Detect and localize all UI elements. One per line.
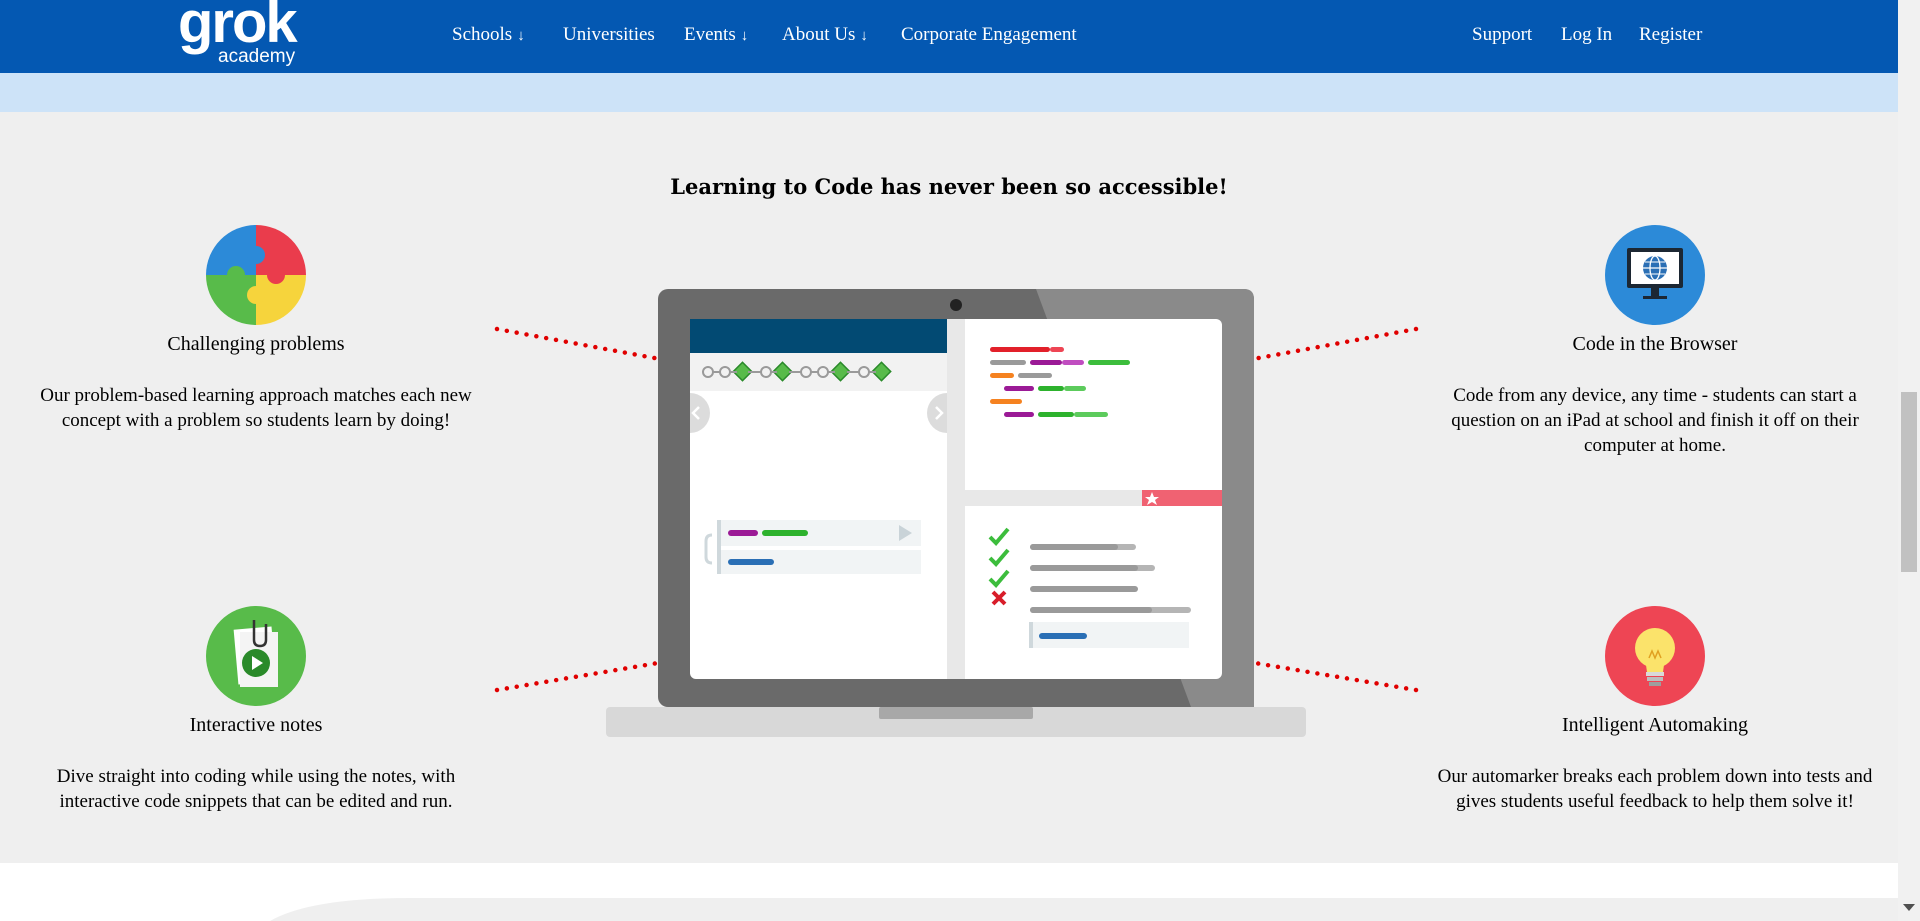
feature-title: Challenging problems — [167, 333, 345, 355]
nav-register[interactable]: Register — [1639, 24, 1703, 46]
nav-login-label: Log In — [1561, 24, 1613, 45]
nav-universities-label: Universities — [563, 24, 655, 45]
scrollbar-thumb[interactable] — [1901, 392, 1917, 572]
feature-description: Dive straight into coding while using th… — [56, 766, 456, 812]
nav-about-us-label: About Us — [782, 24, 856, 45]
feature-code-in-browser: Code in the Browser Code from any device… — [1420, 225, 1890, 458]
top-navbar: grok academy Schools ↓ Universities Event… — [0, 0, 1898, 73]
nav-corporate-engagement[interactable]: Corporate Engagement — [901, 24, 1077, 46]
lightbulb-icon — [1605, 606, 1705, 706]
chevron-down-icon: ↓ — [740, 28, 749, 44]
nav-support-label: Support — [1472, 24, 1533, 45]
scroll-down-arrow-icon[interactable] — [1903, 904, 1915, 911]
feature-title: Intelligent Automaking — [1561, 714, 1749, 736]
logo-subtext: academy — [218, 46, 296, 67]
puzzle-icon — [206, 225, 306, 325]
notes-icon — [206, 606, 306, 706]
feature-title: Code in the Browser — [1572, 333, 1738, 355]
grok-academy-logo[interactable]: grok academy — [178, 0, 318, 72]
feature-description: Our automarker breaks each problem down … — [1437, 766, 1873, 812]
nav-corporate-engagement-label: Corporate Engagement — [901, 24, 1077, 45]
nav-about-us[interactable]: About Us ↓ — [782, 24, 868, 46]
feature-description: Our problem-based learning approach matc… — [40, 385, 472, 431]
nav-events-label: Events — [684, 24, 736, 45]
section-curve — [270, 898, 1898, 921]
laptop-illustration — [606, 289, 1306, 737]
nav-universities[interactable]: Universities — [563, 24, 655, 46]
monitor-globe-icon — [1605, 225, 1705, 325]
nav-login[interactable]: Log In — [1561, 24, 1613, 46]
section-title: Learning to Code has never been so acces… — [670, 174, 1228, 199]
nav-schools[interactable]: Schools ↓ — [452, 24, 525, 46]
feature-intelligent-automaking: Intelligent Automaking Our automarker br… — [1420, 606, 1890, 814]
logo-wordmark: grok — [178, 0, 298, 55]
nav-support[interactable]: Support — [1472, 24, 1533, 46]
feature-description: Code from any device, any time - student… — [1451, 385, 1859, 456]
chevron-down-icon: ↓ — [860, 28, 868, 44]
feature-challenging-problems: Challenging problems Our problem-based l… — [21, 225, 491, 433]
nav-subbar — [0, 73, 1898, 112]
chevron-down-icon: ↓ — [517, 28, 525, 44]
feature-title: Interactive notes — [189, 714, 323, 736]
nav-register-label: Register — [1639, 24, 1703, 45]
nav-events[interactable]: Events ↓ — [684, 24, 749, 46]
nav-schools-label: Schools — [452, 24, 513, 45]
feature-interactive-notes: Interactive notes Dive straight into cod… — [21, 606, 491, 814]
